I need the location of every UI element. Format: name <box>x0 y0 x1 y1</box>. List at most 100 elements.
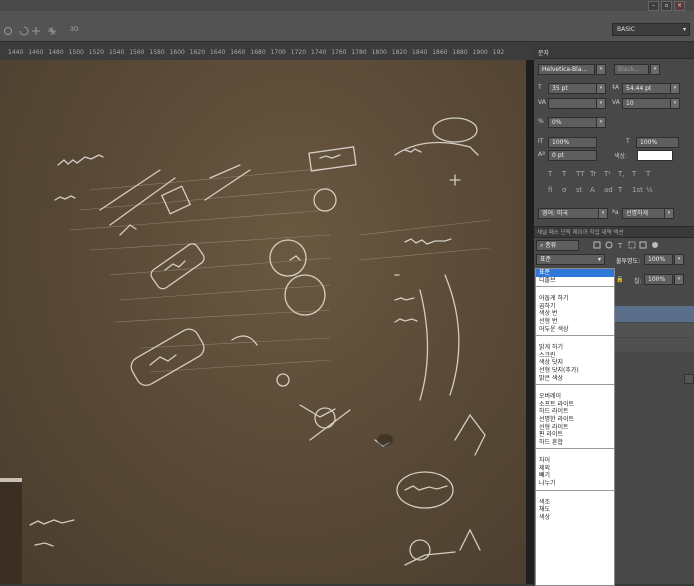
maximize-button[interactable]: ▫ <box>661 1 672 11</box>
image-canvas[interactable] <box>0 60 530 584</box>
text-style-button[interactable]: T <box>562 170 566 178</box>
tracking-dropdown[interactable]: ▾ <box>670 98 680 109</box>
font-family-dropdown[interactable]: ▾ <box>596 64 606 75</box>
leading-field[interactable]: 54.44 pt <box>622 83 671 94</box>
layers-tab-strip[interactable]: 채널 패스 단락 레이어 작업 내역 액션 <box>537 228 623 236</box>
blend-mode-option[interactable]: 밝은 색상 <box>536 375 614 383</box>
blend-mode-option[interactable]: 하드 라이트 <box>536 408 614 416</box>
proportional-spacing-field[interactable]: 0% <box>548 117 597 128</box>
blend-mode-option[interactable]: 하드 혼합 <box>536 439 614 447</box>
antialias-dropdown[interactable]: ▾ <box>664 208 674 219</box>
fill-dropdown[interactable]: ▾ <box>674 274 684 285</box>
blend-mode-option[interactable]: 선명한 라이트 <box>536 416 614 424</box>
font-size-dropdown[interactable]: ▾ <box>596 83 606 94</box>
ruler-tick-label: 1860 <box>432 49 448 56</box>
blend-group-separator <box>536 489 614 491</box>
baseline-shift-field[interactable]: 0 pt <box>548 150 597 161</box>
opacity-field[interactable]: 100% <box>644 254 673 265</box>
scroll-arrow-icon[interactable] <box>684 374 694 384</box>
type-filter-icon: T <box>617 242 623 250</box>
blend-mode-option[interactable]: 선형 번 <box>536 318 614 326</box>
selected-layer-row[interactable] <box>612 306 694 322</box>
opentype-feature-button[interactable]: ½ <box>646 186 653 194</box>
pan-icon <box>32 27 40 35</box>
blend-mode-option[interactable]: 나누기 <box>536 480 614 488</box>
blend-mode-option[interactable]: 색상 <box>536 514 614 522</box>
ruler-tick-label: 1720 <box>290 49 307 56</box>
blend-mode-option[interactable]: 색상 닷지 <box>536 359 614 367</box>
opentype-feature-button[interactable]: A <box>590 186 595 194</box>
blend-mode-option[interactable]: 표준 <box>536 269 614 277</box>
opentype-feature-button[interactable]: ơ <box>562 186 566 194</box>
blend-mode-option[interactable]: 채도 <box>536 506 614 514</box>
language-dropdown[interactable]: ▾ <box>598 208 608 219</box>
font-size-field[interactable]: 35 pt <box>548 83 597 94</box>
tracking-field[interactable]: 10 <box>622 98 671 109</box>
text-style-button[interactable]: T, <box>618 170 625 178</box>
chalkboard-photo <box>0 117 491 584</box>
blend-mode-option[interactable]: 어두운 색상 <box>536 326 614 334</box>
text-style-button[interactable]: T <box>548 170 552 178</box>
ruler-tick-label: 1820 <box>391 49 408 56</box>
fill-field[interactable]: 100% <box>644 274 673 285</box>
opacity-dropdown[interactable]: ▾ <box>674 254 684 265</box>
text-style-button[interactable]: TT <box>576 170 584 178</box>
layer-row[interactable] <box>612 338 694 352</box>
ruler-tick-label: 1840 <box>412 49 428 56</box>
blend-group-separator <box>536 384 614 386</box>
adjustment-filter-icon <box>605 241 613 249</box>
ruler-tick-label: 1560 <box>129 49 145 56</box>
antialias-field[interactable]: 선명하게 <box>622 208 665 219</box>
leading-dropdown[interactable]: ▾ <box>670 83 680 94</box>
blend-mode-option[interactable]: 색상 번 <box>536 310 614 318</box>
blend-mode-list[interactable]: 표준 디졸브 어둡게 하기 곱하기 색상 번 선형 번 어두운 색상 밝게 하기 스크린 색상 닷… <box>535 268 615 586</box>
3d-mode-icons[interactable] <box>2 25 92 37</box>
proportional-spacing-dropdown[interactable]: ▾ <box>596 117 606 128</box>
language-field[interactable]: 영어: 미국 <box>538 208 599 219</box>
vertical-scale-icon: IT <box>538 138 544 145</box>
kerning-field[interactable] <box>548 98 597 109</box>
canvas-scroll-gutter[interactable] <box>526 60 534 584</box>
close-button[interactable]: × <box>674 1 685 11</box>
blend-mode-option[interactable]: 밝게 하기 <box>536 344 614 352</box>
layer-filter-icons[interactable]: T <box>592 240 692 250</box>
kerning-icon: VA <box>538 99 546 106</box>
blend-mode-option[interactable]: 어둡게 하기 <box>536 295 614 303</box>
font-family-field[interactable]: Helvetica-Bla... <box>538 64 595 75</box>
font-style-field[interactable]: Black... <box>614 64 649 75</box>
ruler-tick-label: 1780 <box>351 49 367 56</box>
vertical-scale-field[interactable]: 100% <box>548 137 597 148</box>
blend-mode-select[interactable]: 표준 ▾ <box>536 254 605 265</box>
ruler-tick-label: 1660 <box>230 49 246 56</box>
blend-mode-option[interactable]: 선형 닷지(추가) <box>536 367 614 375</box>
tab-character[interactable]: 문자 <box>538 48 549 57</box>
horizontal-scale-field[interactable]: 100% <box>636 137 679 148</box>
opentype-feature-button[interactable]: T <box>618 186 622 194</box>
text-color-swatch[interactable] <box>637 150 673 161</box>
kerning-dropdown[interactable]: ▾ <box>596 98 606 109</box>
blend-mode-option[interactable]: 디졸브 <box>536 277 614 285</box>
horizontal-ruler: 1440 1460 1480 1500 1520 1540 1560 1580 1600 1620… <box>0 46 530 61</box>
layer-row[interactable] <box>612 323 694 337</box>
blend-mode-option[interactable]: 핀 라이트 <box>536 431 614 439</box>
filter-toggle-icon <box>652 242 658 248</box>
font-style-dropdown[interactable]: ▾ <box>650 64 660 75</box>
opentype-feature-button[interactable]: st <box>576 186 582 194</box>
opentype-feature-button[interactable]: 1st <box>632 186 643 194</box>
layers-panel-tabs[interactable]: 채널 패스 단락 레이어 작업 내역 액션 <box>534 226 694 238</box>
ruler-tick-label: 1440 <box>8 49 24 56</box>
blend-mode-option[interactable]: 빼기 <box>536 472 614 480</box>
blend-mode-option[interactable]: 선형 라이트 <box>536 424 614 432</box>
workspace-select[interactable]: BASIC ▾ <box>612 23 690 36</box>
text-style-button[interactable]: T <box>632 170 636 178</box>
layer-kind-filter[interactable]: ⌕ 종류 <box>536 240 579 251</box>
text-style-button[interactable]: Tr <box>590 170 596 178</box>
blend-mode-option[interactable]: 차이 <box>536 457 614 465</box>
blend-mode-option[interactable]: 오버레이 <box>536 393 614 401</box>
text-style-button[interactable]: T <box>646 170 650 178</box>
minimize-button[interactable]: – <box>648 1 659 11</box>
text-style-button[interactable]: T¹ <box>604 170 611 178</box>
opentype-feature-button[interactable]: ad <box>604 186 613 194</box>
blend-mode-label: 표준 <box>540 256 552 263</box>
opentype-feature-button[interactable]: fi <box>548 186 552 194</box>
